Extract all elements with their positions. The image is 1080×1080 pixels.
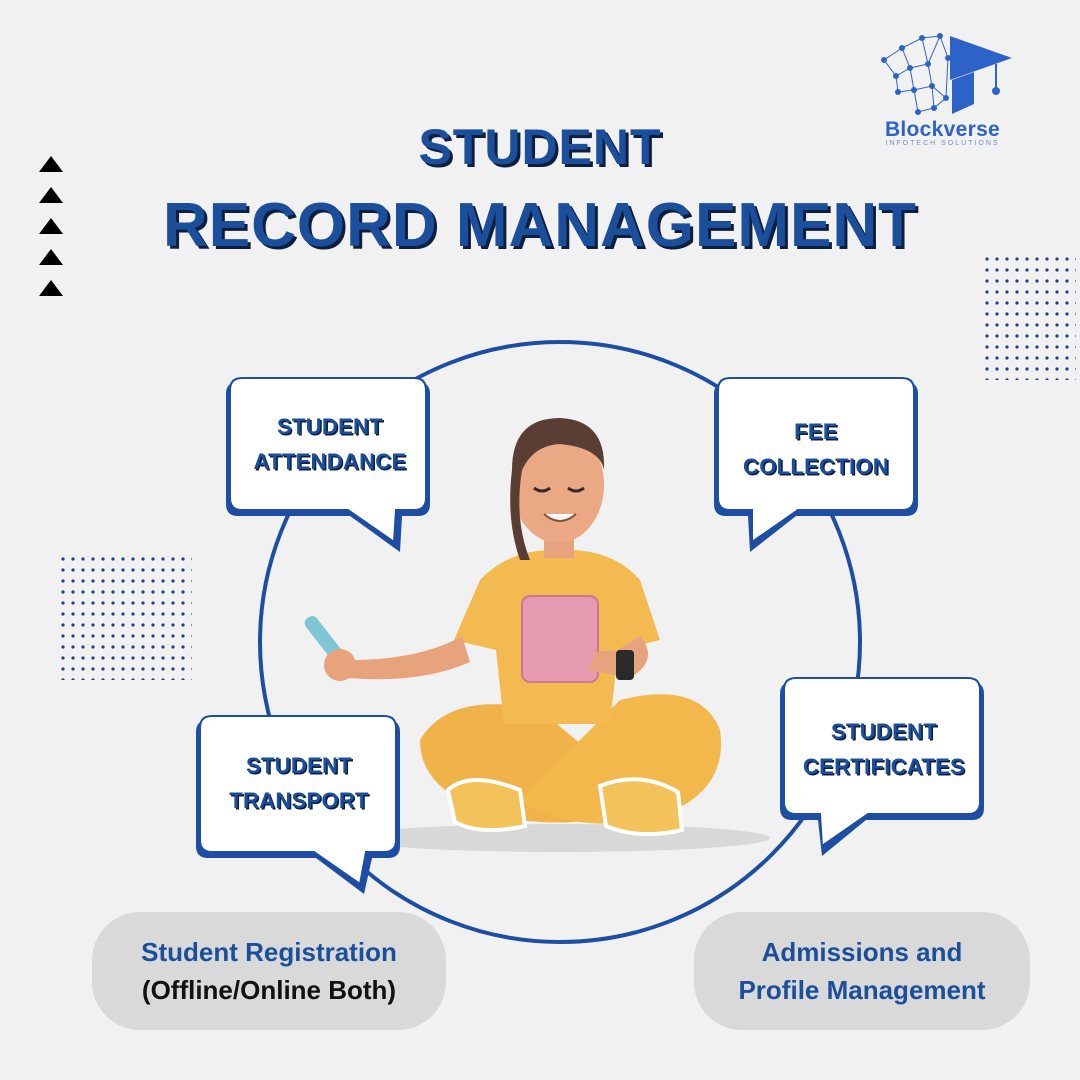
fee-bubble-label: FEE COLLECTION [716,414,916,484]
fee-line1: FEE [794,419,838,444]
fee-line2: COLLECTION [743,454,889,479]
transport-line1: STUDENT [246,753,352,778]
transport-bubble-label: STUDENT TRANSPORT [199,748,399,818]
transport-line2: TRANSPORT [229,788,369,813]
certificates-line1: STUDENT [831,719,937,744]
registration-pill: Student Registration (Offline/Online Bot… [92,912,446,1030]
infographic-canvas: STUDENT RECORD MANAGEMENT Blockverse INF… [0,0,1080,1080]
registration-line2: (Offline/Online Both) [141,975,397,1005]
admissions-pill: Admissions and Profile Management [694,912,1030,1030]
certificates-line2: CERTIFICATES [802,754,966,779]
attendance-bubble-label: STUDENT ATTENDANCE [230,409,430,479]
admissions-line2: Profile Management [738,975,986,1005]
admissions-line1: Admissions and [761,937,963,967]
certificates-bubble-label: STUDENT CERTIFICATES [784,714,984,784]
attendance-line2: ATTENDANCE [253,449,407,474]
attendance-line1: STUDENT [277,414,383,439]
registration-line1: Student Registration [141,937,397,967]
